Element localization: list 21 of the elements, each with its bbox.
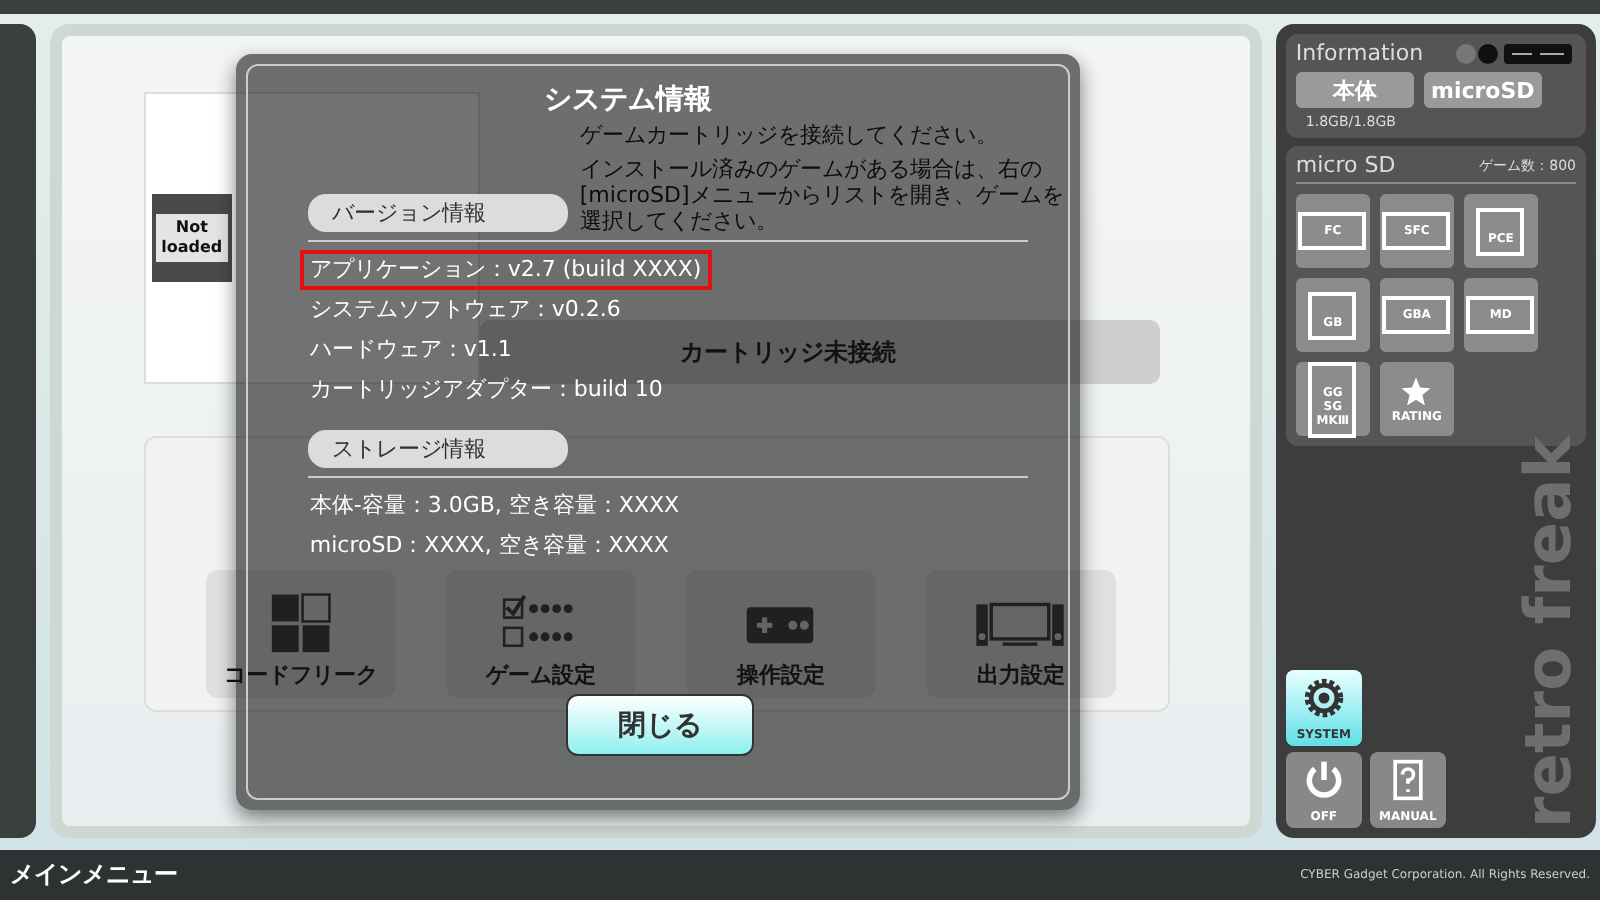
storage-tab[interactable]: microSD <box>1423 72 1542 108</box>
dialog-title: システム情報 <box>543 82 712 118</box>
section-heading: ストレージ情報 <box>307 430 568 468</box>
info-line: システムソフトウェア：v0.2.6 <box>307 294 623 326</box>
cartridge-icon: Not loaded <box>151 194 232 282</box>
menu-tile[interactable]: コードフリーク <box>205 570 396 698</box>
screen-title: メインメニュー <box>10 858 178 892</box>
menu-tile[interactable]: 出力設定 <box>925 570 1116 698</box>
info-line: microSD：XXXX, 空き容量：XXXX <box>307 530 671 562</box>
instruction-text: ゲームカートリッジを接続してください。 <box>579 122 1000 148</box>
menu-tile[interactable]: 操作設定 <box>685 570 876 698</box>
storage-tab[interactable]: 本体 <box>1295 72 1414 108</box>
close-button[interactable]: 閉じる <box>565 694 754 756</box>
micro-sd-title: micro SD <box>1295 152 1396 178</box>
section-heading: バージョン情報 <box>307 194 568 232</box>
info-line: ハードウェア：v1.1 <box>307 334 514 366</box>
instruction-text: インストール済みのゲームがある場合は、右の[microSD]メニューからリストを開き、ゲームを選択してください。 <box>579 156 1066 234</box>
info-line: カートリッジアダプター：build 10 <box>307 374 665 406</box>
information-title: Information <box>1295 40 1424 66</box>
info-line: 本体-容量：3.0GB, 空き容量：XXXX <box>307 490 682 522</box>
menu-tile[interactable]: ゲーム設定 <box>445 570 636 698</box>
